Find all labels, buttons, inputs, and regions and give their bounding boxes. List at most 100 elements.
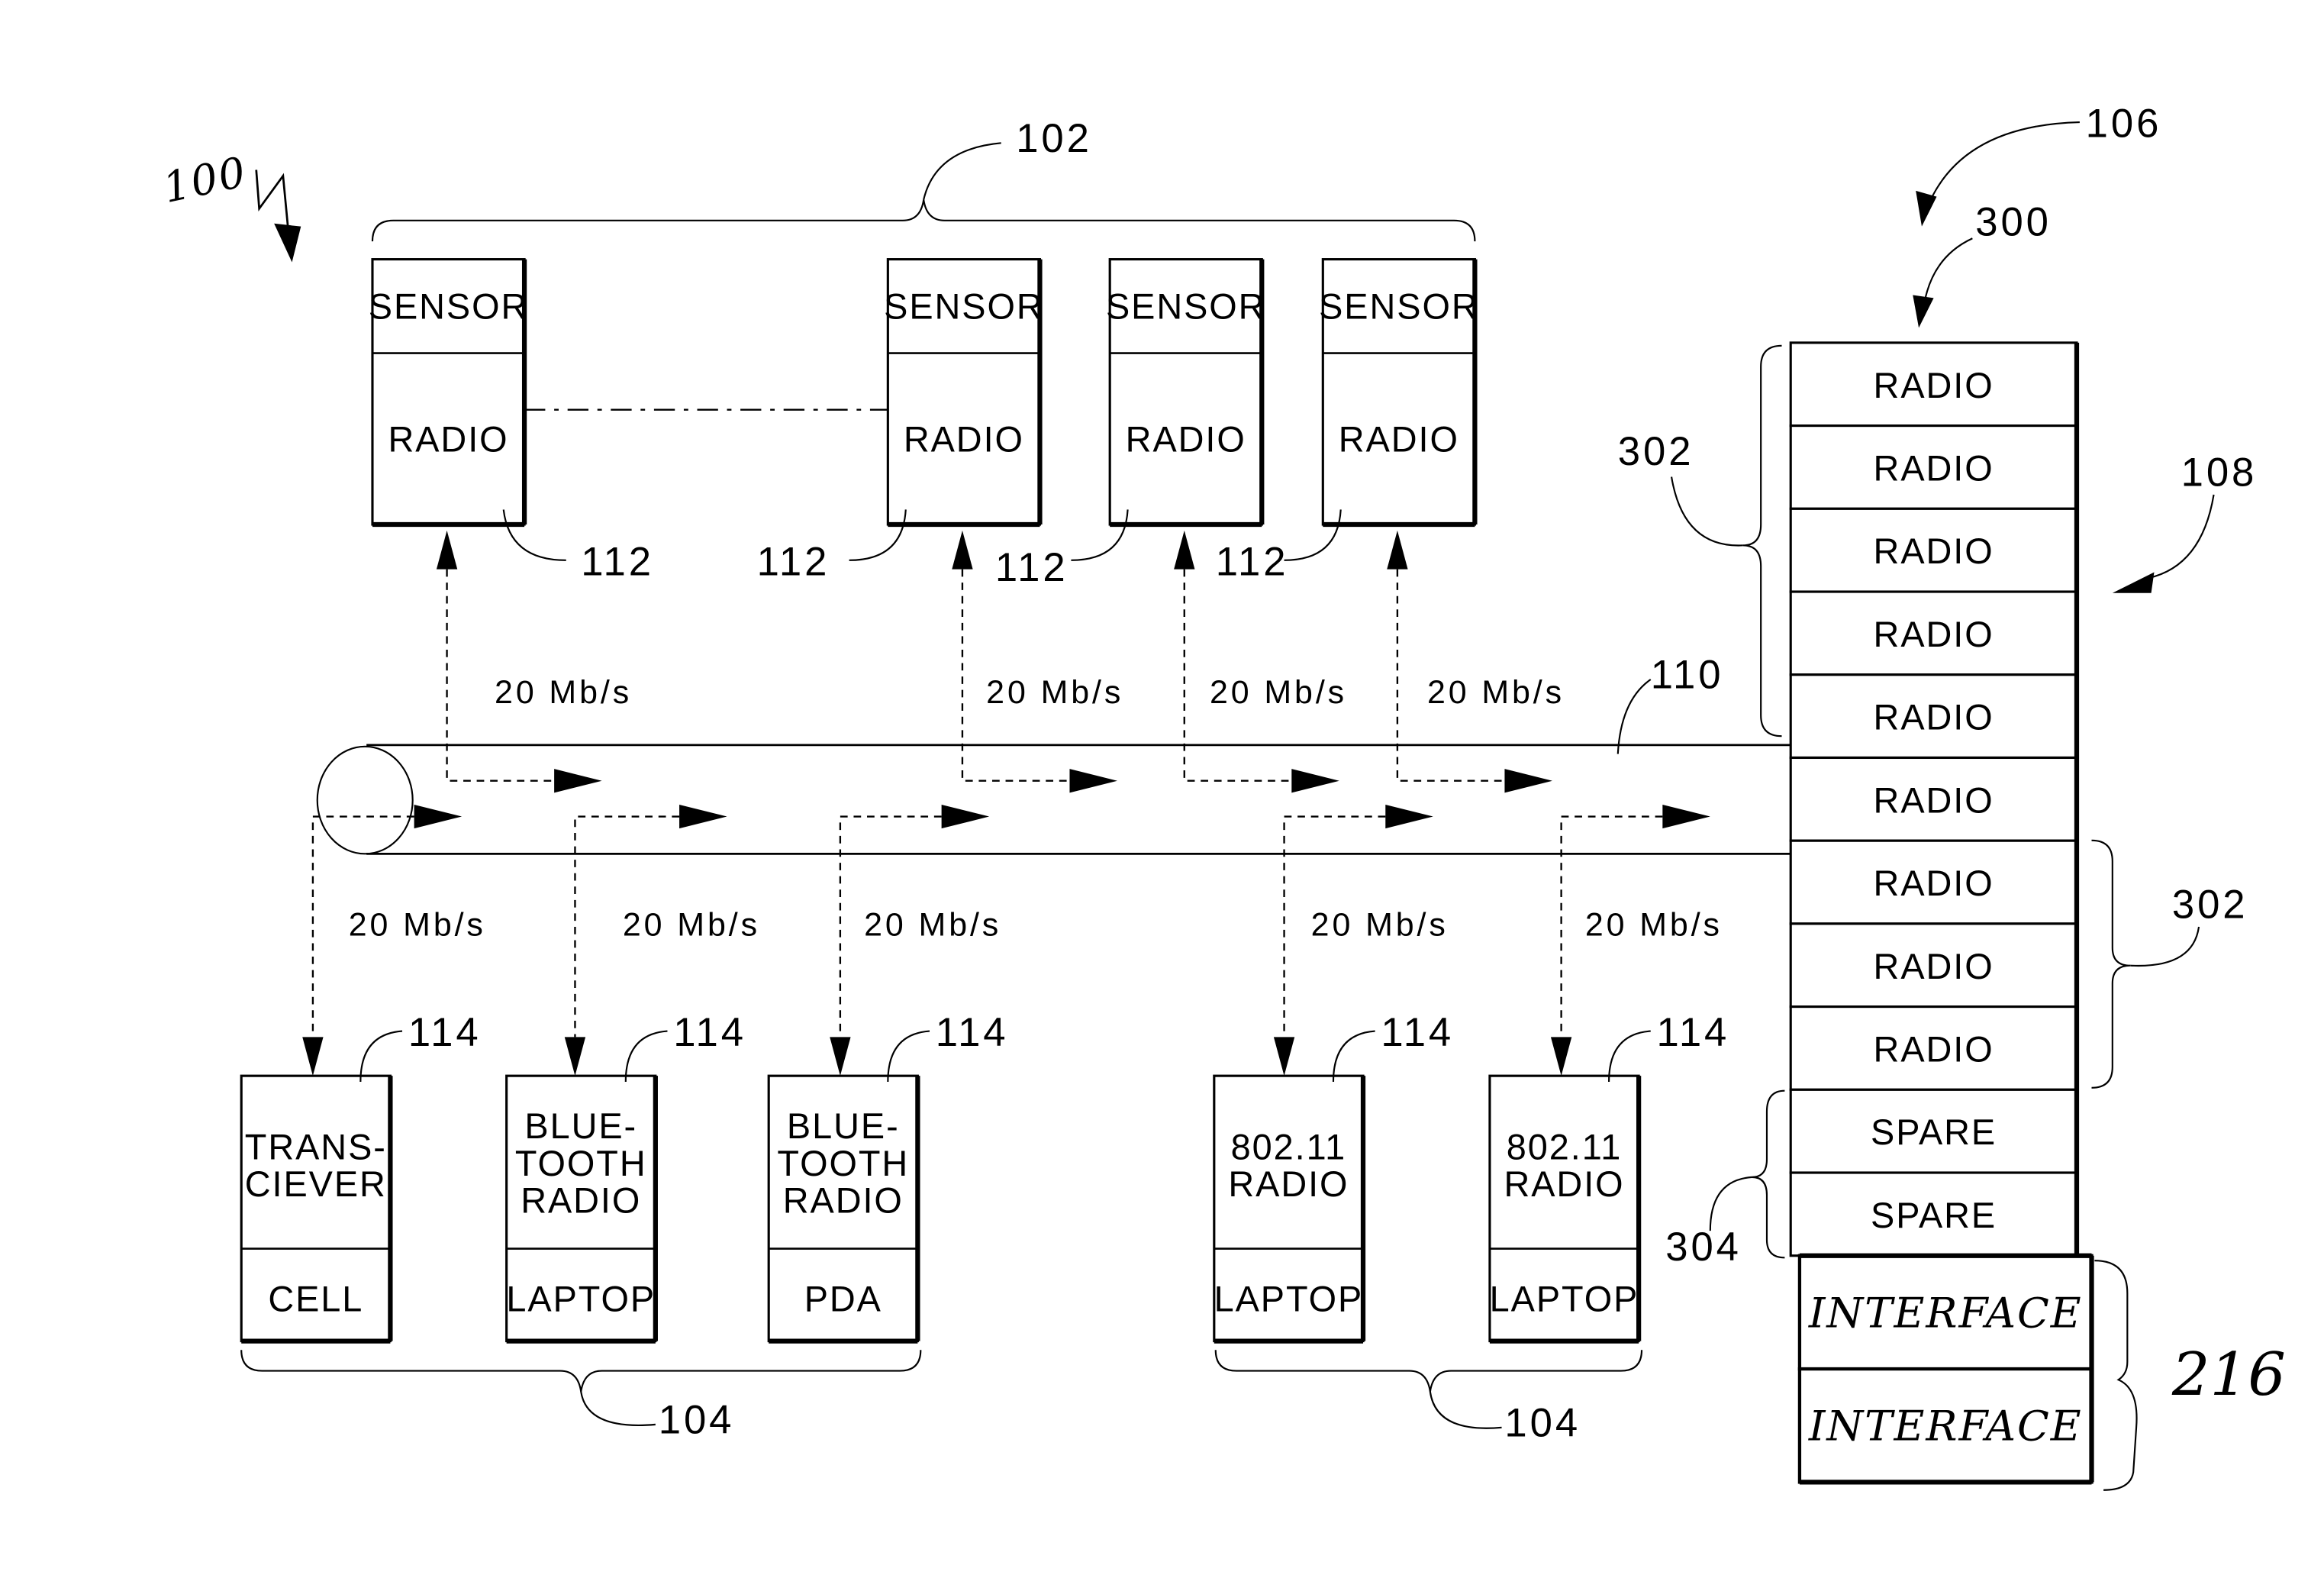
spare-bracket: 304 bbox=[1665, 1089, 1785, 1270]
device-top-label: BLUE- bbox=[524, 1106, 637, 1146]
arrow-300-icon bbox=[1913, 295, 1934, 328]
sensor-units: SENSOR RADIO 112 20 Mb/s SENSOR RADIO 112 20 Mb… bbox=[369, 258, 1565, 793]
slot-label: RADIO bbox=[1874, 366, 1994, 405]
sensor-unit: SENSOR RADIO 112 20 Mb/s bbox=[1216, 258, 1565, 793]
arrow-right-icon bbox=[941, 804, 990, 829]
sensor-top-label: SENSOR bbox=[1319, 287, 1478, 327]
sensor-bottom-label: RADIO bbox=[1126, 419, 1246, 459]
sensor-bottom-label: RADIO bbox=[1339, 419, 1459, 459]
bus-end-ellipse bbox=[316, 745, 414, 855]
sensor-top-label: SENSOR bbox=[369, 287, 528, 327]
device-unit: BLUE-TOOTHRADIO LAPTOP 114 20 Mb/s bbox=[505, 804, 760, 1344]
radio-slot: RADIO bbox=[1789, 590, 2078, 676]
arrow-up-icon bbox=[952, 530, 973, 570]
spare-slot: SPARE bbox=[1789, 1088, 2078, 1174]
device-top-label: RADIO bbox=[521, 1181, 641, 1221]
device-top-label: 802.11 bbox=[1231, 1127, 1346, 1167]
sensor-unit: SENSOR RADIO 112 20 Mb/s bbox=[757, 258, 1120, 793]
arrow-right-icon bbox=[1662, 804, 1710, 829]
device-top-label: RADIO bbox=[1504, 1164, 1624, 1204]
sensor-ref: 112 bbox=[581, 539, 654, 584]
arrow-106-icon bbox=[1916, 190, 1937, 227]
radio-slot: RADIO bbox=[1789, 341, 2078, 428]
rate-label: 20 Mb/s bbox=[1311, 907, 1449, 944]
arrow-right-icon bbox=[1385, 804, 1433, 829]
system-ref-label: 100 bbox=[159, 147, 251, 213]
wireless-system-diagram: 100 102 SENSOR RADIO 112 20 Mb/s SENSOR RADIO… bbox=[159, 102, 2286, 1491]
sensor-bottom-label: RADIO bbox=[904, 419, 1024, 459]
interface-slot: INTERFACE bbox=[1797, 1254, 2094, 1371]
device-top-label: RADIO bbox=[1228, 1164, 1349, 1204]
sensor-top-label: SENSOR bbox=[1106, 287, 1265, 327]
radio-slot: RADIO bbox=[1789, 1005, 2078, 1091]
device-bottom-label: PDA bbox=[804, 1280, 882, 1319]
sensor-ref: 112 bbox=[757, 539, 830, 584]
device-top-label: 802.11 bbox=[1507, 1127, 1622, 1167]
device-top-label: TOOTH bbox=[515, 1144, 647, 1183]
stack-ref: 300 bbox=[1975, 199, 2052, 244]
device-group-bracket-left: 104 bbox=[240, 1350, 922, 1443]
radio-slot: RADIO bbox=[1789, 507, 2078, 593]
device-top-label: TRANS- bbox=[245, 1127, 387, 1167]
lower-radio-group-ref: 302 bbox=[2172, 882, 2248, 927]
slot-label: RADIO bbox=[1874, 947, 1994, 986]
arrow-right-icon bbox=[1069, 769, 1117, 793]
device-ref: 114 bbox=[408, 1010, 482, 1055]
slot-label: RADIO bbox=[1874, 531, 1994, 571]
arrow-down-icon bbox=[302, 1037, 324, 1076]
radio-stack: RADIO RADIO RADIO RADIO RADIO RADIO RADIO RADIO… bbox=[1789, 341, 2094, 1485]
device-ref: 114 bbox=[1381, 1010, 1454, 1055]
bus-ref: 110 bbox=[1651, 653, 1724, 698]
device-unit: TRANS-CIEVER CELL 114 20 Mb/s bbox=[240, 804, 486, 1344]
rate-label: 20 Mb/s bbox=[1585, 907, 1723, 944]
device-unit: BLUE-TOOTHRADIO PDA 114 20 Mb/s bbox=[767, 804, 1009, 1344]
arrow-up-icon bbox=[1387, 530, 1408, 570]
radio-slot: RADIO bbox=[1789, 922, 2078, 1009]
arrow-right-icon bbox=[414, 804, 463, 829]
radio-slot: RADIO bbox=[1789, 424, 2078, 510]
slot-label: RADIO bbox=[1874, 863, 1994, 903]
rate-label: 20 Mb/s bbox=[1427, 674, 1565, 711]
slot-label: SPARE bbox=[1871, 1112, 1997, 1152]
sensor-group-ref: 102 bbox=[1016, 116, 1092, 161]
rate-label: 20 Mb/s bbox=[349, 907, 486, 944]
arrow-right-icon bbox=[679, 804, 727, 829]
sensor-ref: 112 bbox=[1216, 539, 1289, 584]
radio-slot: RADIO bbox=[1789, 756, 2078, 842]
radio-slot: RADIO bbox=[1789, 673, 2078, 760]
radio-slot: RADIO bbox=[1789, 839, 2078, 925]
device-ref: 114 bbox=[673, 1010, 746, 1055]
device-bottom-label: LAPTOP bbox=[1214, 1280, 1364, 1319]
spare-group-ref: 304 bbox=[1665, 1225, 1742, 1270]
interface-label: INTERFACE bbox=[1808, 1288, 2083, 1337]
device-ref: 114 bbox=[936, 1010, 1009, 1055]
sensor-unit: SENSOR RADIO 112 20 Mb/s bbox=[995, 258, 1344, 793]
device-group-ref-left: 104 bbox=[659, 1398, 735, 1443]
arrow-down-icon bbox=[564, 1037, 586, 1076]
slot-label: RADIO bbox=[1874, 698, 1994, 737]
device-bottom-label: CELL bbox=[268, 1280, 363, 1319]
device-group-bracket-right: 104 bbox=[1214, 1350, 1643, 1445]
slot-label: RADIO bbox=[1874, 449, 1994, 489]
base-station-ref: 106 bbox=[2086, 102, 2162, 147]
device-bottom-label: LAPTOP bbox=[506, 1280, 656, 1319]
arrow-right-icon bbox=[1504, 769, 1552, 793]
sensor-bottom-label: RADIO bbox=[388, 419, 508, 459]
arrow-up-icon bbox=[436, 530, 458, 570]
arrow-up-icon bbox=[1174, 530, 1195, 570]
rate-label: 20 Mb/s bbox=[495, 674, 632, 711]
device-group-ref-right: 104 bbox=[1504, 1400, 1581, 1445]
slot-label: RADIO bbox=[1874, 615, 1994, 654]
interface-label: INTERFACE bbox=[1808, 1402, 2083, 1451]
upper-radio-group-ref: 302 bbox=[1618, 429, 1694, 474]
arrow-down-icon bbox=[1273, 1037, 1295, 1076]
device-top-label: TOOTH bbox=[777, 1144, 909, 1183]
sensor-unit: SENSOR RADIO 112 20 Mb/s bbox=[369, 258, 654, 793]
device-top-label: CIEVER bbox=[245, 1164, 387, 1204]
sensor-group-bracket: 102 bbox=[371, 116, 1476, 242]
arrow-right-icon bbox=[1291, 769, 1339, 793]
interface-group-ref: 216 bbox=[2171, 1341, 2286, 1409]
rate-label: 20 Mb/s bbox=[623, 907, 760, 944]
arrow-down-icon bbox=[274, 223, 301, 263]
rate-label: 20 Mb/s bbox=[864, 907, 1001, 944]
